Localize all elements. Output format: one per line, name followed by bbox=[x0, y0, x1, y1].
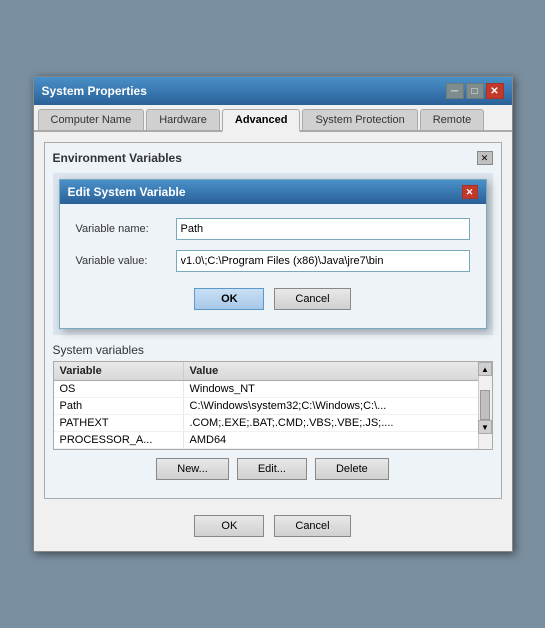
variable-value-row: Variable value: bbox=[76, 250, 470, 272]
table-row[interactable]: OS Windows_NT bbox=[54, 381, 492, 398]
scrollbar[interactable]: ▲ ▼ bbox=[478, 362, 492, 449]
window-title: System Properties bbox=[42, 84, 147, 98]
maximize-button[interactable]: □ bbox=[466, 83, 484, 99]
dialog-overlay: Edit System Variable ✕ Variable name: Va… bbox=[53, 173, 493, 335]
dialog-cancel-button[interactable]: Cancel bbox=[274, 288, 350, 310]
tab-system-protection[interactable]: System Protection bbox=[302, 109, 417, 130]
table-row[interactable]: PROCESSOR_A... AMD64 bbox=[54, 432, 492, 449]
cell-variable: PATHEXT bbox=[54, 415, 184, 431]
cell-value: AMD64 bbox=[184, 432, 492, 448]
dialog-body: Variable name: Variable value: OK Cancel bbox=[60, 204, 486, 328]
column-value: Value bbox=[184, 362, 492, 380]
title-bar: System Properties ─ □ ✕ bbox=[34, 77, 512, 105]
system-variables-table: Variable Value OS Windows_NT Path C:\Win… bbox=[53, 361, 493, 450]
tab-hardware[interactable]: Hardware bbox=[146, 109, 220, 130]
tab-remote[interactable]: Remote bbox=[420, 109, 485, 130]
dialog-title-bar: Edit System Variable ✕ bbox=[60, 180, 486, 204]
cell-value: C:\Windows\system32;C:\Windows;C:\... bbox=[184, 398, 492, 414]
edit-variable-button[interactable]: Edit... bbox=[237, 458, 307, 480]
minimize-button[interactable]: ─ bbox=[446, 83, 464, 99]
variable-name-row: Variable name: bbox=[76, 218, 470, 240]
table-row[interactable]: PATHEXT .COM;.EXE;.BAT;.CMD;.VBS;.VBE;.J… bbox=[54, 415, 492, 432]
dialog-buttons: OK Cancel bbox=[76, 282, 470, 318]
tab-advanced[interactable]: Advanced bbox=[222, 109, 301, 132]
column-variable: Variable bbox=[54, 362, 184, 380]
scroll-up-arrow[interactable]: ▲ bbox=[478, 362, 492, 376]
cell-variable: PROCESSOR_A... bbox=[54, 432, 184, 448]
title-bar-controls: ─ □ ✕ bbox=[446, 83, 504, 99]
variable-name-label: Variable name: bbox=[76, 223, 176, 235]
table-header: Variable Value bbox=[54, 362, 492, 381]
env-panel-close-button[interactable]: ✕ bbox=[477, 151, 493, 165]
main-content: Environment Variables ✕ Edit System Vari… bbox=[34, 132, 512, 551]
system-properties-window: System Properties ─ □ ✕ Computer Name Ha… bbox=[33, 76, 513, 552]
cell-value: .COM;.EXE;.BAT;.CMD;.VBS;.VBE;.JS;.... bbox=[184, 415, 492, 431]
scroll-down-arrow[interactable]: ▼ bbox=[478, 420, 492, 434]
tab-bar: Computer Name Hardware Advanced System P… bbox=[34, 105, 512, 132]
dialog-close-button[interactable]: ✕ bbox=[462, 185, 478, 199]
delete-variable-button[interactable]: Delete bbox=[315, 458, 389, 480]
variable-value-label: Variable value: bbox=[76, 255, 176, 267]
cell-variable: Path bbox=[54, 398, 184, 414]
cell-variable: OS bbox=[54, 381, 184, 397]
dialog-ok-button[interactable]: OK bbox=[194, 288, 264, 310]
table-action-buttons: New... Edit... Delete bbox=[53, 458, 493, 480]
variable-name-input[interactable] bbox=[176, 218, 470, 240]
dialog-title: Edit System Variable bbox=[68, 185, 186, 199]
edit-system-variable-dialog: Edit System Variable ✕ Variable name: Va… bbox=[59, 179, 487, 329]
system-variables-label: System variables bbox=[53, 343, 493, 357]
cell-value: Windows_NT bbox=[184, 381, 492, 397]
main-ok-button[interactable]: OK bbox=[194, 515, 264, 537]
main-cancel-button[interactable]: Cancel bbox=[274, 515, 350, 537]
env-panel-title: Environment Variables bbox=[53, 151, 182, 165]
scrollbar-thumb[interactable] bbox=[480, 390, 490, 420]
variable-value-input[interactable] bbox=[176, 250, 470, 272]
close-button[interactable]: ✕ bbox=[486, 83, 504, 99]
bottom-buttons: OK Cancel bbox=[44, 509, 502, 541]
table-row[interactable]: Path C:\Windows\system32;C:\Windows;C:\.… bbox=[54, 398, 492, 415]
env-panel-title-bar: Environment Variables ✕ bbox=[53, 151, 493, 165]
table-body[interactable]: OS Windows_NT Path C:\Windows\system32;C… bbox=[54, 381, 492, 449]
env-variables-panel: Environment Variables ✕ Edit System Vari… bbox=[44, 142, 502, 499]
tab-computer-name[interactable]: Computer Name bbox=[38, 109, 145, 130]
new-variable-button[interactable]: New... bbox=[156, 458, 229, 480]
